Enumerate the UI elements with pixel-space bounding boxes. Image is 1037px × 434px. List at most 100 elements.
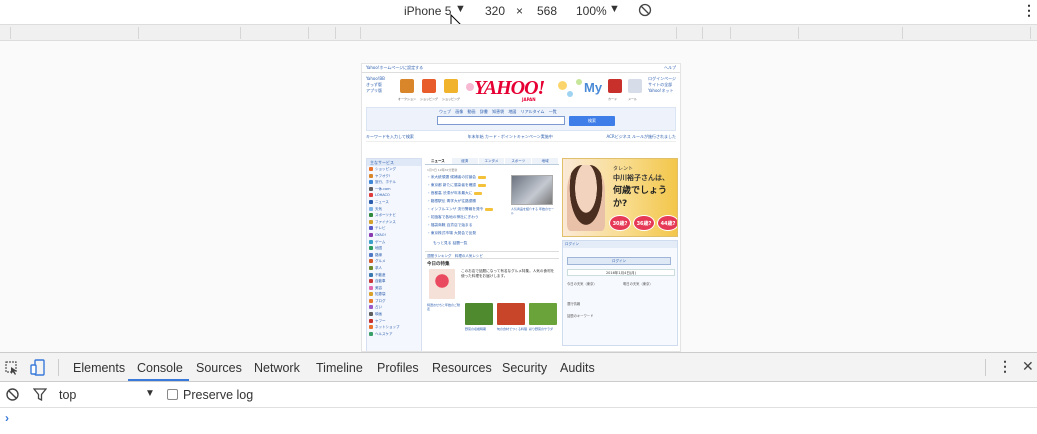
sidebar-item[interactable]: 不動産 [367, 272, 421, 279]
sidebar-item[interactable]: 路線 [367, 252, 421, 259]
weather-tomorrow[interactable]: 明日の天気（東京） [623, 281, 653, 286]
tab-sports[interactable]: スポーツ [505, 158, 533, 164]
sidebar-item[interactable]: ブログ [367, 298, 421, 305]
topic-link[interactable]: ・首都高 渋滞が年末最大に [427, 191, 483, 196]
topic-photo-caption[interactable]: 人気商品を紹介する 年始のセール [511, 207, 555, 215]
sidebar-item[interactable]: ショッピング [367, 166, 421, 173]
help-link[interactable]: ヘルプ [664, 65, 676, 71]
preserve-log-checkbox[interactable] [167, 389, 178, 400]
sidebar-item[interactable]: ニュース [367, 199, 421, 206]
feature-thumb[interactable] [465, 303, 493, 325]
context-dropdown-arrow-icon[interactable]: ▼ [145, 388, 155, 399]
sidebar-item[interactable]: 美容 [367, 285, 421, 292]
card-icon[interactable] [608, 79, 622, 93]
feature-image[interactable] [429, 269, 455, 299]
zoom-dropdown-arrow-icon[interactable]: ▼ [609, 3, 620, 15]
shopping-icon[interactable] [422, 79, 436, 93]
ranking-bar[interactable]: 週間ランキング 料理の人気レシピ [425, 251, 559, 259]
ad-option[interactable]: 44歳? [657, 215, 677, 231]
my-yahoo-logo[interactable]: My [584, 80, 602, 95]
sidebar-item[interactable]: LOHACO [367, 192, 421, 199]
tab-economy[interactable]: 経済 [451, 158, 479, 164]
sidebar-item[interactable]: ファイナンス [367, 219, 421, 226]
sidebar-item[interactable]: グルメ [367, 258, 421, 265]
search-input[interactable] [437, 116, 565, 125]
feature-caption[interactable]: 特選おせちと年始のご馳走 [427, 303, 461, 311]
height-input[interactable]: 568 [537, 4, 557, 18]
tab-resources[interactable]: Resources [432, 361, 492, 375]
sidebar-item[interactable]: 旅行、ホテル [367, 179, 421, 186]
weather-today[interactable]: 今日の天気（東京） [567, 281, 597, 286]
sidebar-item[interactable]: 自動車 [367, 278, 421, 285]
tab-sources[interactable]: Sources [196, 361, 242, 375]
tab-security[interactable]: Security [502, 361, 547, 375]
sidebar-item[interactable]: 映画 [367, 311, 421, 318]
sidebar-item[interactable]: ゲーム [367, 239, 421, 246]
clear-console-icon[interactable] [6, 388, 19, 401]
width-input[interactable]: 320 [485, 4, 505, 18]
topic-link[interactable]: ・米大統領選 候補者の討論会 [427, 175, 487, 180]
topic-link[interactable]: ・東京都 新たに感染者を確認 [427, 183, 487, 188]
feature-thumb[interactable] [497, 303, 525, 325]
tab-profiles[interactable]: Profiles [377, 361, 419, 375]
ad-option[interactable]: 30歳? [609, 215, 631, 231]
notice-link[interactable]: ACRビジネス ルールが施行されました [606, 134, 676, 141]
topic-link[interactable]: ・福袋商戦 百貨店で始まる [427, 223, 472, 228]
feature-thumb-caption[interactable]: 彩り野菜のサラダ [529, 327, 559, 331]
feature-thumb-caption[interactable]: 野菜の収穫時期 [465, 327, 495, 331]
ad-option[interactable]: 36歳? [633, 215, 655, 231]
zoom-select[interactable]: 100% [576, 4, 607, 18]
sidebar-item[interactable]: GYAO! [367, 232, 421, 239]
tab-news[interactable]: ニュース [425, 158, 452, 164]
filter-icon[interactable] [33, 388, 47, 401]
topic-photo[interactable] [511, 175, 553, 205]
cart-icon[interactable] [444, 79, 458, 93]
sidebar-item[interactable]: ネットショップ [367, 324, 421, 331]
devtools-more-icon[interactable]: ⋮ [998, 358, 1012, 375]
sidebar-item[interactable]: 求人 [367, 265, 421, 272]
sidebar-item[interactable]: 一休.com [367, 186, 421, 193]
topic-link[interactable]: ・初詣客で各地の神社にぎわう [427, 215, 479, 220]
sidebar-item[interactable]: 地図 [367, 245, 421, 252]
tab-local[interactable]: 地域 [532, 158, 559, 164]
topic-link[interactable]: ・箱根駅伝 青学大が往路優勝 [427, 199, 476, 204]
header-link[interactable]: アプリ版 [366, 88, 385, 94]
context-select[interactable]: top [59, 388, 76, 402]
notice-link[interactable]: 年末年始 カード・ポイントキャンペーン実施中 [468, 134, 553, 141]
sidebar-item[interactable]: テレビ [367, 225, 421, 232]
auction-icon[interactable] [400, 79, 414, 93]
tab-timeline[interactable]: Timeline [316, 361, 363, 375]
transit-info[interactable]: 運行情報 [567, 301, 580, 306]
device-select[interactable]: iPhone 5 [404, 4, 451, 18]
sidebar-item[interactable]: スポーツナビ [367, 212, 421, 219]
search-tabs[interactable]: ウェブ 画像 動画 辞書 知恵袋 地図 リアルタイム 一覧 [439, 109, 557, 115]
tab-network[interactable]: Network [254, 361, 300, 375]
tab-entertainment[interactable]: エンタメ [478, 158, 506, 164]
tab-console[interactable]: Console [137, 361, 183, 375]
tab-audits[interactable]: Audits [560, 361, 595, 375]
sidebar-item[interactable]: 天気 [367, 206, 421, 213]
feature-thumb-caption[interactable]: 旬の食材でつくる料理 [497, 327, 527, 331]
tab-elements[interactable]: Elements [73, 361, 125, 375]
search-button[interactable]: 検索 [569, 116, 615, 126]
sidebar-item[interactable]: 占い [367, 304, 421, 311]
rotate-icon[interactable] [638, 3, 652, 20]
sidebar-item[interactable]: ヘルスケア [367, 331, 421, 338]
inspect-element-icon[interactable] [5, 361, 19, 375]
device-mode-icon[interactable] [30, 359, 46, 376]
close-icon[interactable]: ✕ [1022, 358, 1034, 375]
notice-link[interactable]: キーワードを入力して検索 [366, 134, 414, 141]
emulated-page[interactable]: Yahoo!ホームページに設定する ヘルプ Yahoo!BB きっず版 アプリ版… [361, 63, 681, 352]
ad-banner[interactable]: タレント 中川裕子さんは、 何歳でしょうか? 30歳? 36歳? 44歳? [562, 158, 678, 237]
topic-link[interactable]: ・東京株式市場 大発会で反発 [427, 231, 476, 236]
topics-more-link[interactable]: もっと見る 話題一覧 [433, 241, 467, 246]
feature-thumb[interactable] [529, 303, 557, 325]
console-prompt[interactable]: › [5, 411, 9, 425]
device-more-icon[interactable]: ⋮ [1022, 2, 1036, 19]
mail-icon[interactable] [628, 79, 642, 93]
preserve-log-label[interactable]: Preserve log [183, 388, 253, 402]
sidebar-item[interactable]: 知恵袋 [367, 291, 421, 298]
sidebar-item[interactable]: ヤフオク! [367, 173, 421, 180]
login-button[interactable]: ログイン [567, 257, 671, 265]
sidebar-item[interactable]: ヤフー [367, 318, 421, 325]
